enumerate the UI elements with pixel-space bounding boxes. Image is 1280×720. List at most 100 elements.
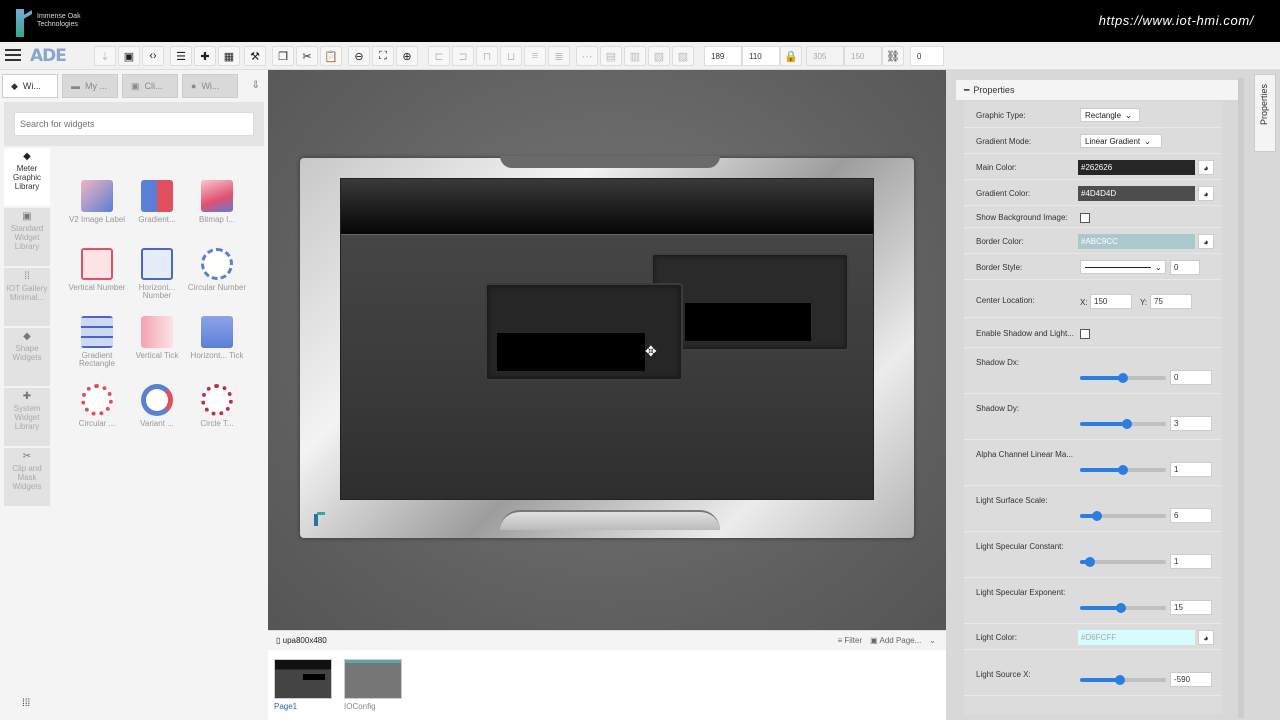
tab-my-widgets[interactable]: ▬ My ... bbox=[62, 74, 118, 98]
widget-v2-image-label[interactable]: V2 Image Label bbox=[65, 180, 129, 224]
page-thumb-label[interactable]: IOConfig bbox=[344, 702, 376, 711]
shadow-dy-slider[interactable] bbox=[1080, 419, 1166, 429]
fit-screen-icon[interactable]: ⛶ bbox=[372, 46, 394, 66]
screen-header-bar[interactable] bbox=[341, 179, 873, 235]
rectangle-widget-2[interactable] bbox=[485, 283, 683, 381]
enable-shadow-checkbox[interactable] bbox=[1080, 329, 1090, 339]
apps-grid-icon[interactable]: ⁞⁞⁞ bbox=[22, 698, 30, 709]
widget-circular-number[interactable]: Circular Number bbox=[185, 248, 249, 292]
surface-scale-field[interactable]: 6 bbox=[1170, 508, 1212, 523]
zoom-out-icon[interactable]: ⊖ bbox=[348, 46, 370, 66]
width-field[interactable]: 305 bbox=[806, 46, 844, 66]
widget-gradient-rectangle[interactable]: Gradient Rectangle bbox=[65, 316, 129, 368]
slider-knob[interactable] bbox=[1085, 557, 1096, 567]
widget-horizontal-number[interactable]: Horizont... Number bbox=[125, 248, 189, 300]
add-page-button[interactable]: ▣ Add Page... bbox=[870, 636, 921, 645]
slider-knob[interactable] bbox=[1092, 511, 1103, 521]
surface-scale-slider[interactable] bbox=[1080, 511, 1166, 521]
widget-circular-tick[interactable]: Circular ... bbox=[65, 384, 129, 428]
align-left-icon[interactable]: ⊏ bbox=[428, 46, 450, 66]
widget-gradient[interactable]: Gradient... bbox=[125, 180, 189, 224]
lock-icon[interactable]: 🔒 bbox=[780, 46, 802, 66]
palette-icon[interactable]: ◕ bbox=[1198, 234, 1214, 249]
specular-constant-slider[interactable] bbox=[1080, 557, 1166, 567]
align-top-icon[interactable]: ⊔ bbox=[500, 46, 522, 66]
puzzle-icon[interactable]: ✚ bbox=[194, 46, 216, 66]
preview-icon[interactable]: ▣ bbox=[118, 46, 140, 66]
rotation-field[interactable]: 0 bbox=[910, 46, 944, 66]
cut-icon[interactable]: ✂ bbox=[296, 46, 318, 66]
slider-knob[interactable] bbox=[1116, 603, 1127, 613]
slider-knob[interactable] bbox=[1115, 675, 1126, 685]
tab-widget-map[interactable]: ● Wi... bbox=[182, 74, 238, 98]
download-icon[interactable]: ⇣ bbox=[94, 46, 116, 66]
bring-front-icon[interactable]: ▤ bbox=[600, 46, 622, 66]
x-position-field[interactable]: 189 bbox=[704, 46, 742, 66]
center-y-field[interactable]: 75 bbox=[1150, 294, 1192, 309]
copy-icon[interactable]: ❐ bbox=[272, 46, 294, 66]
show-background-checkbox[interactable] bbox=[1080, 213, 1090, 223]
border-color-field[interactable]: #ABC9CC bbox=[1078, 234, 1195, 249]
pin-icon[interactable]: ⇩ bbox=[252, 80, 260, 91]
align-bottom-icon[interactable]: ≣ bbox=[548, 46, 570, 66]
align-right-icon[interactable]: ⊓ bbox=[476, 46, 498, 66]
tab-widgets[interactable]: ◆ Wi... bbox=[2, 74, 58, 98]
light-source-x-field[interactable]: -590 bbox=[1170, 672, 1212, 687]
library-standard-widget[interactable]: ▣ Standard Widget Library bbox=[4, 208, 50, 266]
properties-header[interactable]: ━ Properties bbox=[956, 80, 1240, 100]
send-back-icon[interactable]: ▥ bbox=[624, 46, 646, 66]
shadow-dy-field[interactable]: 3 bbox=[1170, 416, 1212, 431]
slider-knob[interactable] bbox=[1118, 465, 1128, 475]
slider-knob[interactable] bbox=[1122, 419, 1133, 429]
widget-vertical-tick[interactable]: Vertical Tick bbox=[125, 316, 189, 360]
page-thumb-label[interactable]: Page1 bbox=[274, 702, 297, 711]
specular-constant-field[interactable]: 1 bbox=[1170, 554, 1212, 569]
light-color-field[interactable]: #D6FCFF bbox=[1078, 630, 1195, 645]
filter-button[interactable]: ≡ Filter bbox=[837, 636, 862, 645]
border-width-field[interactable]: 0 bbox=[1170, 260, 1200, 275]
shadow-dx-slider[interactable] bbox=[1080, 373, 1166, 383]
align-middle-icon[interactable]: ≡ bbox=[524, 46, 546, 66]
y-position-field[interactable]: 110 bbox=[742, 46, 780, 66]
page-thumb-ioconfig[interactable] bbox=[344, 659, 402, 699]
widget-variant[interactable]: Variant ... bbox=[125, 384, 189, 428]
tab-clipart[interactable]: ▣ Cli... bbox=[122, 74, 178, 98]
palette-icon[interactable]: ◕ bbox=[1198, 186, 1214, 201]
menu-icon[interactable] bbox=[5, 49, 21, 61]
graphic-type-select[interactable]: Rectangle ⌄ bbox=[1080, 108, 1140, 122]
hmi-screen[interactable]: ✥ bbox=[340, 178, 874, 500]
properties-scrollbar[interactable] bbox=[1238, 78, 1244, 718]
design-canvas[interactable]: ✥ bbox=[268, 70, 946, 630]
widget-circle-t[interactable]: Circle T... bbox=[185, 384, 249, 428]
widget-bitmap[interactable]: Bitmap I... bbox=[185, 180, 249, 224]
library-system-widget[interactable]: ✚ System Widget Library bbox=[4, 388, 50, 446]
align-center-icon[interactable]: ⊐ bbox=[452, 46, 474, 66]
grid-icon[interactable]: ▦ bbox=[218, 46, 240, 66]
library-clip-mask[interactable]: ✂ Clip and Mask Widgets bbox=[4, 448, 50, 506]
library-meter-graphic[interactable]: ◆ Meter Graphic Library bbox=[4, 148, 50, 206]
layers-icon[interactable]: ☰ bbox=[170, 46, 192, 66]
light-source-x-slider[interactable] bbox=[1080, 675, 1166, 685]
palette-icon[interactable]: ◕ bbox=[1198, 630, 1214, 645]
gradient-mode-select[interactable]: Linear Gradient ⌄ bbox=[1080, 134, 1162, 148]
link-icon[interactable]: ⛓ bbox=[882, 46, 904, 66]
library-shape-widgets[interactable]: ◆ Shape Widgets bbox=[4, 328, 50, 386]
alpha-slider[interactable] bbox=[1080, 465, 1166, 475]
center-x-field[interactable]: 150 bbox=[1090, 294, 1132, 309]
distribute-h-icon[interactable]: ⋯ bbox=[576, 46, 598, 66]
gradient-color-field[interactable]: #4D4D4D bbox=[1078, 186, 1195, 201]
properties-side-tab[interactable]: Properties bbox=[1254, 74, 1276, 152]
ungroup-icon[interactable]: ▨ bbox=[672, 46, 694, 66]
widget-search-input[interactable] bbox=[14, 112, 254, 136]
palette-icon[interactable]: ◕ bbox=[1198, 160, 1214, 175]
library-iot-gallery[interactable]: ⁞⁞ IOT Gallery Minimal... bbox=[4, 268, 50, 326]
slider-knob[interactable] bbox=[1118, 373, 1128, 383]
specular-exponent-slider[interactable] bbox=[1080, 603, 1166, 613]
widget-horizontal-tick[interactable]: Horizont... Tick bbox=[185, 316, 249, 360]
border-style-select[interactable]: ⌄ bbox=[1080, 260, 1166, 274]
shadow-dx-field[interactable]: 0 bbox=[1170, 370, 1212, 385]
specular-exponent-field[interactable]: 15 bbox=[1170, 600, 1212, 615]
alpha-field[interactable]: 1 bbox=[1170, 462, 1212, 477]
code-icon[interactable]: ‹› bbox=[142, 46, 164, 66]
page-thumb-page1[interactable] bbox=[274, 659, 332, 699]
